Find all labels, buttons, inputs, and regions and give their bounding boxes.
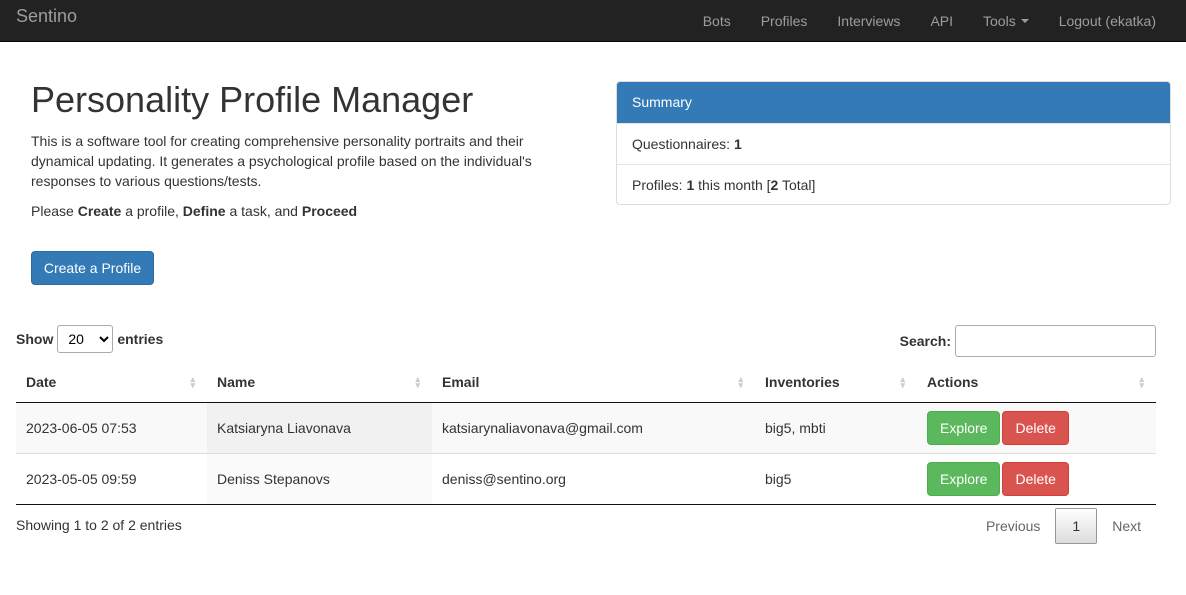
column-actions-label: Actions xyxy=(927,374,979,391)
top-navbar: Sentino Bots Profiles Interviews API Too… xyxy=(0,0,1186,42)
profiles-total-count: 2 xyxy=(770,177,779,193)
summary-panel: Summary Questionnaires: 1 Profiles: 1 th… xyxy=(616,81,1171,205)
column-header-email[interactable]: Email ▴ ▾ xyxy=(432,363,755,403)
cell-inventories: big5 xyxy=(755,452,917,505)
nav-bots[interactable]: Bots xyxy=(688,5,746,37)
questionnaires-count: 1 xyxy=(733,136,742,152)
questionnaires-label: Questionnaires: xyxy=(632,136,731,152)
profiles-table: Date ▴ ▾ Name ▴ ▾ Email ▴ ▾ Inventories ▴ ▾ Acti… xyxy=(16,363,1156,505)
column-email-label: Email xyxy=(442,374,480,391)
profiles-label: Profiles: xyxy=(632,177,683,193)
steps-please: Please xyxy=(31,203,74,219)
pagination: Previous 1 Next xyxy=(971,508,1156,544)
cell-date: 2023-06-05 07:53 xyxy=(16,402,207,453)
nav-tools-label: Tools xyxy=(983,13,1016,29)
nav-profiles[interactable]: Profiles xyxy=(746,5,823,37)
entries-label: entries xyxy=(117,331,164,347)
nav-tools-dropdown[interactable]: Tools xyxy=(968,5,1044,37)
sort-both-icon: ▴ ▾ xyxy=(900,374,905,390)
profiles-month-text: this month [ xyxy=(698,177,771,193)
steps-after-define: a task, and xyxy=(229,203,298,219)
caret-down-icon xyxy=(1020,19,1029,23)
steps-create: Create xyxy=(77,203,122,219)
sort-both-icon: ▴ ▾ xyxy=(1139,374,1144,390)
column-header-inventories[interactable]: Inventories ▴ ▾ xyxy=(755,363,917,403)
steps-define: Define xyxy=(182,203,226,219)
nav-logout[interactable]: Logout (ekatka) xyxy=(1044,5,1171,37)
nav-links: Bots Profiles Interviews API Tools Logou… xyxy=(688,0,1171,42)
cell-actions: Explore Delete xyxy=(917,402,1156,453)
delete-button[interactable]: Delete xyxy=(1002,461,1069,496)
steps-proceed: Proceed xyxy=(301,203,358,219)
column-name-label: Name xyxy=(217,374,256,391)
cell-name: Deniss Stepanovs xyxy=(207,452,432,505)
profiles-month-count: 1 xyxy=(686,177,695,193)
search-input[interactable] xyxy=(955,325,1156,357)
summary-heading: Summary xyxy=(617,82,1170,123)
steps-after-create: a profile, xyxy=(125,203,179,219)
column-inventories-label: Inventories xyxy=(765,374,840,391)
table-info: Showing 1 to 2 of 2 entries xyxy=(16,517,182,533)
show-label: Show xyxy=(16,331,54,347)
page-title: Personality Profile Manager xyxy=(31,79,474,120)
profiles-total-text: Total] xyxy=(781,177,816,193)
sort-both-icon: ▴ ▾ xyxy=(415,374,420,390)
next-page-button[interactable]: Next xyxy=(1097,508,1156,544)
cell-email: deniss@sentino.org xyxy=(432,452,755,505)
profiles-item: Profiles: 1 this month [2 Total] xyxy=(617,164,1170,204)
page-1-button[interactable]: 1 xyxy=(1055,508,1098,544)
nav-interviews[interactable]: Interviews xyxy=(822,5,915,37)
intro-description: This is a software tool for creating com… xyxy=(31,133,532,189)
column-date-label: Date xyxy=(26,374,57,391)
create-profile-button[interactable]: Create a Profile xyxy=(31,251,154,285)
brand-link[interactable]: Sentino xyxy=(16,6,77,26)
table-row: 2023-05-05 09:59 Deniss Stepanovs deniss… xyxy=(16,452,1156,505)
cell-email: katsiarynaliavonava@gmail.com xyxy=(432,402,755,453)
questionnaires-item: Questionnaires: 1 xyxy=(617,123,1170,164)
page-length-select[interactable]: 20 xyxy=(57,325,114,353)
column-header-name[interactable]: Name ▴ ▾ xyxy=(207,363,432,403)
table-header-row: Date ▴ ▾ Name ▴ ▾ Email ▴ ▾ Inventories ▴ ▾ Acti… xyxy=(16,363,1156,403)
delete-button[interactable]: Delete xyxy=(1002,410,1069,445)
table-row: 2023-06-05 07:53 Katsiaryna Liavonava ka… xyxy=(16,402,1156,453)
sort-both-icon: ▴ ▾ xyxy=(190,374,195,390)
nav-api[interactable]: API xyxy=(915,5,968,37)
search-control: Search: xyxy=(900,325,1156,357)
explore-button[interactable]: Explore xyxy=(927,410,1001,445)
page-length-control: Show 20 entries xyxy=(16,325,163,353)
steps-instructions: Please Create a profile, Define a task, … xyxy=(31,201,357,221)
explore-button[interactable]: Explore xyxy=(927,461,1001,496)
previous-page-button[interactable]: Previous xyxy=(971,508,1055,544)
search-label: Search: xyxy=(899,333,951,349)
cell-date: 2023-05-05 09:59 xyxy=(16,452,207,505)
cell-inventories: big5, mbti xyxy=(755,402,917,453)
cell-name: Katsiaryna Liavonava xyxy=(207,402,432,453)
sort-both-icon: ▴ ▾ xyxy=(738,374,743,390)
column-header-date[interactable]: Date ▴ ▾ xyxy=(16,363,207,403)
cell-actions: Explore Delete xyxy=(917,452,1156,505)
column-header-actions[interactable]: Actions ▴ ▾ xyxy=(917,363,1156,403)
